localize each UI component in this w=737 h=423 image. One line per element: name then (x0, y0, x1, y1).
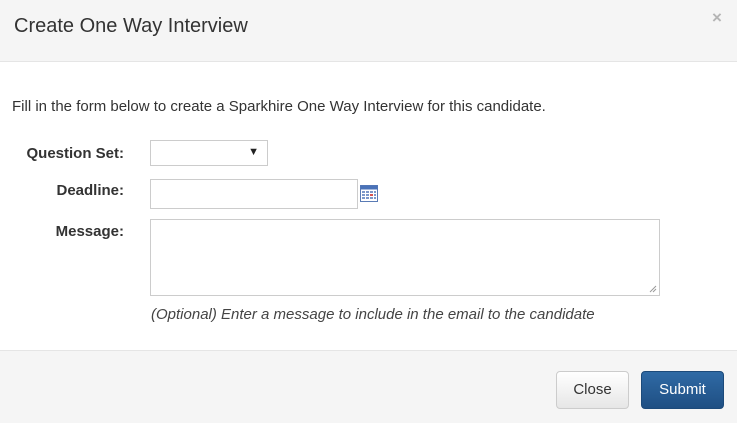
message-label: Message: (55, 223, 124, 240)
calendar-icon[interactable] (360, 184, 378, 202)
question-set-label: Question Set: (26, 145, 124, 162)
message-help-text: (Optional) Enter a message to include in… (151, 306, 595, 323)
create-interview-modal: Create One Way Interview × Fill in the f… (0, 0, 737, 423)
close-button[interactable]: Close (556, 371, 629, 409)
deadline-input[interactable] (150, 179, 358, 209)
modal-title: Create One Way Interview (14, 15, 248, 37)
caret-down-icon: ▼ (248, 146, 259, 158)
close-icon[interactable]: × (708, 9, 726, 27)
submit-button[interactable]: Submit (641, 371, 724, 409)
form-intro: Fill in the form below to create a Spark… (12, 98, 546, 115)
question-set-select[interactable]: ▼ (150, 140, 268, 166)
message-textarea[interactable] (150, 219, 660, 296)
modal-footer: Close Submit (0, 350, 737, 423)
deadline-label: Deadline: (56, 182, 124, 199)
modal-header: Create One Way Interview × (0, 0, 737, 62)
resize-grip-icon[interactable] (649, 285, 657, 293)
